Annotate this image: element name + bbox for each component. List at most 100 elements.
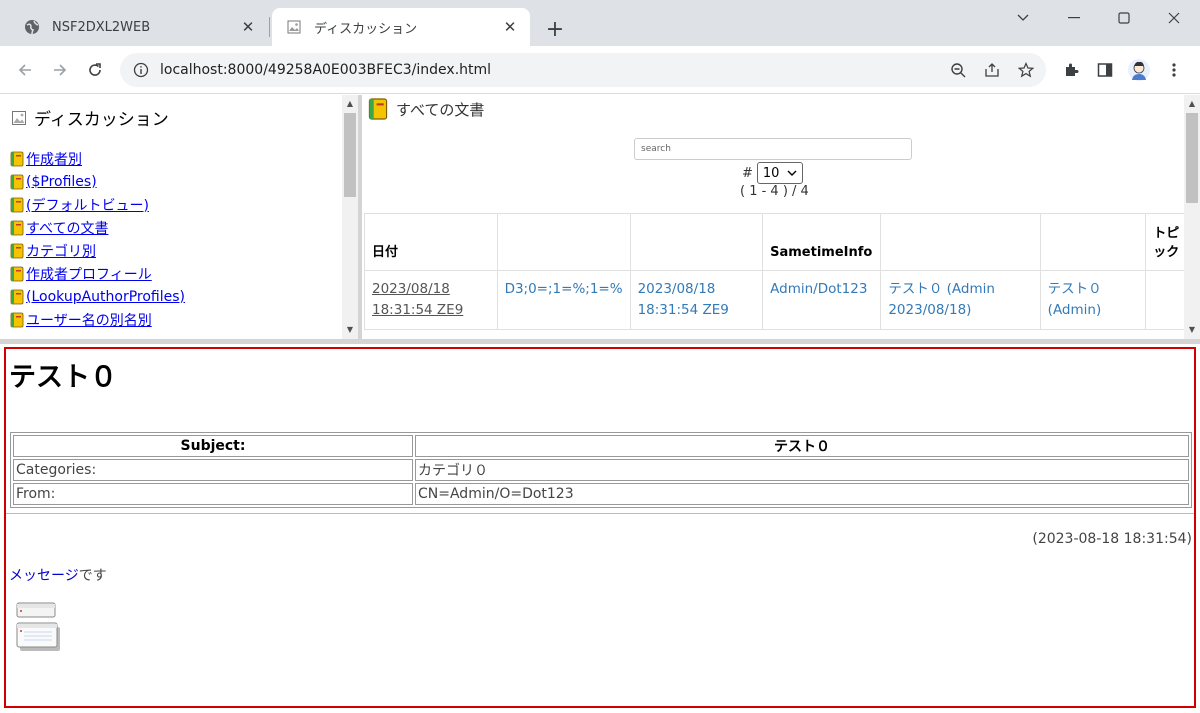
close-window-icon[interactable] [1154, 4, 1194, 32]
categories-value: カテゴリ０ [415, 459, 1189, 481]
scroll-down-icon[interactable]: ▼ [342, 321, 358, 337]
maximize-icon[interactable] [1104, 4, 1144, 32]
view-list-item[interactable]: 作成者別 [10, 147, 185, 170]
tab-strip: NSF2DXL2WEB ✕ ディスカッション ✕ + [0, 0, 1200, 46]
info-icon[interactable] [132, 61, 150, 79]
search-input[interactable]: search [634, 138, 912, 160]
chevron-down-icon [787, 170, 797, 176]
record-range: ( 1 - 4 ) / 4 [740, 184, 809, 199]
attachment-stack-icon[interactable] [14, 601, 64, 657]
menu-icon[interactable] [1160, 56, 1188, 84]
view-list-item[interactable]: すべての文書 [10, 216, 185, 239]
document-link[interactable]: 2023/08/18 18:31:54 ZE9 [372, 281, 463, 318]
side-panel-icon[interactable] [1091, 56, 1119, 84]
document-title: テスト０ [9, 362, 117, 393]
column-header[interactable]: SametimeInfo [762, 213, 882, 271]
view-icon [368, 97, 388, 121]
reload-icon[interactable] [81, 56, 109, 84]
bookmark-star-icon[interactable] [1012, 56, 1040, 84]
table-row: Subject: テスト０ [13, 435, 1189, 457]
view-list: 作成者別 ($Profiles) (デフォルトビュー) すべての文書 カテゴリ別… [10, 147, 185, 331]
image-icon [12, 110, 26, 125]
view-link[interactable]: 作成者プロフィール [26, 264, 152, 284]
document-timestamp: (2023-08-18 18:31:54) [1032, 531, 1192, 547]
page-viewport: ディスカッション 作成者別 ($Profiles) (デフォルトビュー) すべて… [0, 95, 1200, 713]
profile-avatar[interactable] [1125, 56, 1153, 84]
frame-splitter-horizontal[interactable] [0, 339, 1200, 344]
view-link[interactable]: ($Profiles) [26, 174, 97, 190]
minimize-icon[interactable] [1054, 4, 1094, 32]
view-link[interactable]: 作成者別 [26, 149, 82, 169]
tab-discussion[interactable]: ディスカッション ✕ [272, 8, 530, 46]
close-icon[interactable]: ✕ [500, 17, 520, 37]
column-header[interactable]: 日付 [364, 213, 498, 271]
search-placeholder: search [641, 144, 671, 154]
view-link[interactable]: (デフォルトビュー) [26, 195, 149, 215]
view-icon [10, 243, 24, 259]
tab-title: NSF2DXL2WEB [52, 19, 151, 35]
date-cell: 2023/08/18 18:31:54 ZE9 [364, 270, 498, 330]
view-link[interactable]: ユーザー名の別名別 [26, 310, 152, 330]
tab-nsf2dxl2web[interactable]: NSF2DXL2WEB ✕ [10, 8, 268, 46]
nav-frame: ディスカッション 作成者別 ($Profiles) (デフォルトビュー) すべて… [0, 95, 358, 339]
view-icon [10, 174, 24, 190]
nav-scrollbar[interactable]: ▲ ▼ [342, 95, 358, 339]
new-tab-button[interactable]: + [542, 16, 568, 42]
column-header[interactable] [496, 213, 631, 271]
scroll-thumb[interactable] [1186, 113, 1198, 203]
view-list-item[interactable]: (デフォルトビュー) [10, 193, 185, 216]
page-size-value: 10 [762, 165, 780, 181]
database-title: ディスカッション [12, 105, 169, 130]
tab-title: ディスカッション [314, 21, 418, 37]
view-icon [10, 289, 24, 305]
view-icon [10, 220, 24, 236]
address-bar[interactable]: localhost:8000/49258A0E003BFEC3/index.ht… [120, 53, 1046, 87]
view-list-item[interactable]: ($Profiles) [10, 170, 185, 193]
back-icon[interactable] [11, 56, 39, 84]
message-suffix: です [78, 568, 107, 584]
scroll-down-icon[interactable]: ▼ [1184, 321, 1200, 337]
view-link[interactable]: すべての文書 [26, 218, 108, 238]
tab-separator [269, 17, 270, 37]
view-list-item[interactable]: ユーザー名の別名別 [10, 308, 185, 331]
share-icon[interactable] [978, 56, 1006, 84]
extensions-icon[interactable] [1057, 56, 1085, 84]
view-icon [10, 266, 24, 282]
view-link[interactable]: カテゴリ別 [26, 241, 96, 261]
scroll-thumb[interactable] [344, 113, 356, 197]
view-title-text: すべての文書 [396, 100, 485, 119]
page-size-label: # [742, 165, 753, 181]
zoom-out-icon[interactable] [944, 56, 972, 84]
scroll-up-icon[interactable]: ▲ [1184, 95, 1200, 111]
forward-icon[interactable] [46, 56, 74, 84]
url-text[interactable]: localhost:8000/49258A0E003BFEC3/index.ht… [160, 62, 944, 78]
globe-icon [24, 19, 40, 35]
column-header[interactable] [629, 213, 764, 271]
message-body: メッセージです [9, 565, 107, 585]
scroll-up-icon[interactable]: ▲ [342, 95, 358, 111]
message-link[interactable]: メッセージ [9, 568, 79, 584]
document-view-table: 日付 SametimeInfo トピック 2023/08/18 18:31:54… [364, 213, 1200, 330]
view-list-item[interactable]: 作成者プロフィール [10, 262, 185, 285]
database-title-text: ディスカッション [34, 110, 169, 130]
document-fields-table: Subject: テスト０ Categories: カテゴリ０ From: CN… [10, 432, 1192, 508]
view-list-item[interactable]: カテゴリ別 [10, 239, 185, 262]
view-list-item[interactable]: (LookupAuthorProfiles) [10, 285, 185, 308]
column-header[interactable] [1039, 213, 1147, 271]
page-size-select[interactable]: 10 [756, 162, 803, 184]
view-link[interactable]: (LookupAuthorProfiles) [26, 289, 185, 305]
view-icon [10, 197, 24, 213]
table-cell: 2023/08/18 18:31:54 ZE9 [629, 270, 764, 330]
close-icon[interactable]: ✕ [238, 17, 258, 37]
table-row[interactable]: 2023/08/18 18:31:54 ZE9 D3;0=;1=%;1=% 20… [364, 270, 1200, 330]
from-label: From: [13, 483, 413, 505]
page-size-control: # 10 [742, 162, 803, 184]
tab-search-icon[interactable] [1003, 4, 1043, 32]
view-icon [10, 312, 24, 328]
table-cell: D3;0=;1=%;1=% [496, 270, 631, 330]
subject-label: Subject: [13, 435, 413, 457]
view-icon [10, 151, 24, 167]
column-header[interactable] [880, 213, 1041, 271]
view-scrollbar[interactable]: ▲ ▼ [1184, 95, 1200, 339]
from-value: CN=Admin/O=Dot123 [415, 483, 1189, 505]
